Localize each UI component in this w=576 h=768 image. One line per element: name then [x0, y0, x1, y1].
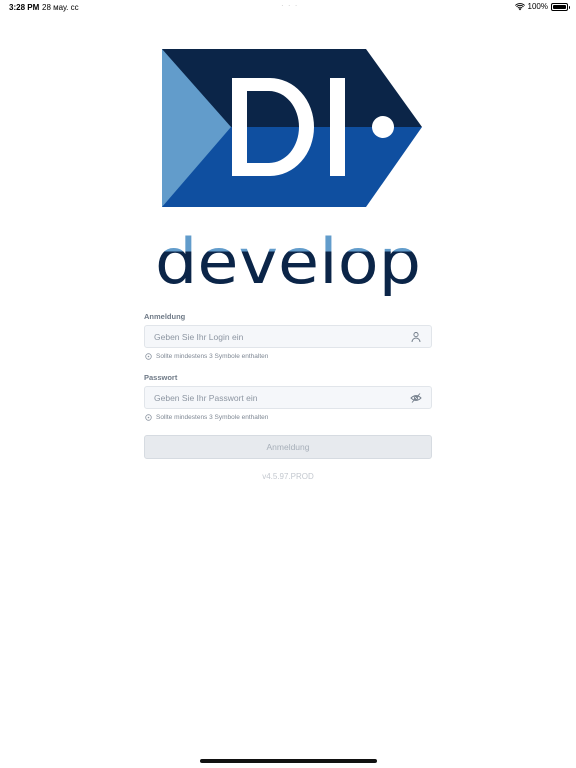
battery-icon	[551, 2, 570, 11]
password-label: Passwort	[144, 373, 178, 382]
login-field[interactable]	[144, 325, 432, 348]
login-screen: 3:28 PM 28 мау. сс · · · 100% develop An…	[0, 0, 576, 768]
login-label: Anmeldung	[144, 312, 186, 321]
status-date: 28 мау. сс	[42, 3, 79, 12]
login-button[interactable]: Anmeldung	[144, 435, 432, 459]
home-indicator[interactable]	[200, 759, 377, 763]
login-input[interactable]	[145, 326, 404, 347]
password-field[interactable]	[144, 386, 432, 409]
info-circle-icon	[145, 413, 152, 421]
password-hint: Sollte mindestens 3 Symbole enthalten	[144, 412, 432, 422]
login-hint-text: Sollte mindestens 3 Symbole enthalten	[156, 352, 269, 360]
eye-off-icon[interactable]	[410, 392, 422, 404]
login-hint: Sollte mindestens 3 Symbole enthalten	[144, 351, 432, 361]
develop-wordmark: develop	[155, 228, 421, 298]
app-version: v4.5.97.PROD	[262, 472, 314, 481]
status-bar: 3:28 PM 28 мау. сс · · · 100%	[0, 0, 576, 14]
di-logo	[162, 49, 422, 207]
password-hint-text: Sollte mindestens 3 Symbole enthalten	[156, 413, 269, 421]
wordmark-text: develop	[155, 228, 421, 298]
info-circle-icon	[145, 352, 152, 360]
login-form: Anmeldung Sollte mindestens 3 Symbole en…	[144, 312, 432, 481]
user-icon	[411, 332, 421, 343]
status-right: 100%	[514, 2, 570, 11]
battery-percent: 100%	[527, 2, 548, 11]
battery-level	[553, 4, 566, 9]
multitasking-dots[interactable]: · · ·	[281, 1, 298, 10]
wifi-icon	[514, 2, 525, 10]
status-time: 3:28 PM	[9, 3, 40, 12]
password-input[interactable]	[145, 387, 404, 408]
